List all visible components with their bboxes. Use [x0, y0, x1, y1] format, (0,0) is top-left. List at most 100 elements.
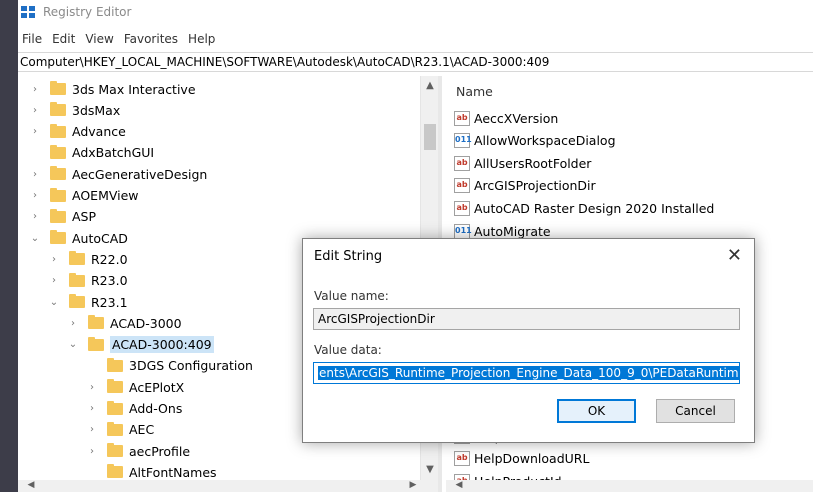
tree-item[interactable]: 3DGS Configuration: [87, 355, 253, 377]
value-name: HelpDownloadURL: [474, 451, 590, 467]
dialog-title: Edit String: [314, 249, 383, 264]
value-row[interactable]: ab ArcGISProjectionDir: [454, 175, 596, 197]
tree-item[interactable]: › AcEPlotX: [87, 376, 184, 398]
chevron-right-icon[interactable]: ›: [30, 190, 40, 201]
tree-item[interactable]: › R22.0: [49, 248, 128, 270]
folder-icon: [50, 81, 66, 95]
value-name: AllUsersRootFolder: [474, 155, 592, 171]
value-row[interactable]: ab HelpDownloadURL: [454, 448, 589, 470]
column-header-name[interactable]: Name: [456, 84, 493, 99]
folder-icon: [50, 166, 66, 181]
values-horizontal-scrollbar[interactable]: ◀: [446, 480, 813, 492]
scroll-up-icon[interactable]: ▲: [421, 80, 439, 91]
tree-item[interactable]: › ASP: [30, 206, 96, 228]
folder-icon: [50, 123, 66, 138]
folder-icon: [107, 464, 123, 479]
folder-icon: [107, 400, 123, 415]
tree-item[interactable]: ⌄ ACAD-3000:409: [68, 334, 214, 356]
string-value-icon: ab: [454, 200, 470, 216]
scroll-left-icon[interactable]: ◀: [22, 480, 40, 490]
menu-favorites[interactable]: Favorites: [120, 32, 184, 46]
tree-horizontal-scrollbar[interactable]: ◀ ▶: [18, 480, 438, 492]
folder-icon: [107, 421, 123, 436]
registry-editor-icon: [21, 6, 35, 18]
chevron-right-icon[interactable]: ›: [30, 126, 40, 137]
value-row[interactable]: 011 AllowWorkspaceDialog: [454, 130, 616, 152]
folder-icon: [50, 144, 66, 159]
value-name-label: Value name:: [314, 289, 389, 303]
chevron-right-icon[interactable]: ›: [30, 105, 40, 116]
value-name: AutoMigrate: [474, 223, 551, 239]
folder-icon: [50, 208, 66, 223]
tree-scroll-thumb[interactable]: [424, 124, 436, 150]
chevron-down-icon[interactable]: ⌄: [68, 339, 78, 350]
folder-icon: [88, 315, 104, 330]
tree-item[interactable]: › Advance: [30, 121, 126, 143]
value-data-text: ents\ArcGIS_Runtime_Projection_Engine_Da…: [318, 366, 739, 380]
value-data-field[interactable]: ents\ArcGIS_Runtime_Projection_Engine_Da…: [313, 362, 740, 384]
tree-item-label: 3DGS Configuration: [129, 358, 253, 374]
tree-item-label: 3ds Max Interactive: [72, 81, 196, 97]
scroll-down-icon[interactable]: ▼: [421, 464, 439, 475]
folder-icon: [50, 187, 66, 202]
close-icon[interactable]: ✕: [727, 245, 742, 266]
address-bar[interactable]: Computer\HKEY_LOCAL_MACHINE\SOFTWARE\Aut…: [18, 52, 813, 72]
tree-item[interactable]: › 3ds Max Interactive: [30, 78, 196, 100]
scroll-right-icon[interactable]: ▶: [404, 480, 422, 490]
tree-item[interactable]: ⌄ R23.1: [49, 291, 128, 313]
edit-string-dialog: Edit String ✕ Value name: ArcGISProjecti…: [302, 238, 755, 443]
tree-item-label: Advance: [72, 124, 126, 140]
tree-item[interactable]: › 3dsMax: [30, 99, 120, 121]
tree-item[interactable]: ⌄ AutoCAD: [30, 227, 128, 249]
chevron-right-icon[interactable]: ›: [49, 275, 59, 286]
chevron-right-icon[interactable]: ›: [68, 318, 78, 329]
tree-item[interactable]: › R23.0: [49, 270, 128, 292]
chevron-right-icon[interactable]: ›: [30, 169, 40, 180]
folder-icon: [69, 272, 85, 287]
tree-item-label: R23.0: [91, 273, 128, 289]
tree-item[interactable]: › Add-Ons: [87, 398, 182, 420]
menu-view[interactable]: View: [81, 32, 119, 46]
value-name: AutoCAD Raster Design 2020 Installed: [474, 200, 715, 216]
value-name-field: ArcGISProjectionDir: [313, 308, 740, 330]
value-row[interactable]: ab AeccXVersion: [454, 107, 558, 129]
tree-item-label: ACAD-3000: [110, 315, 182, 331]
tree-item[interactable]: AdxBatchGUI: [30, 142, 154, 164]
tree-item[interactable]: › AEC: [87, 419, 154, 441]
binary-value-icon: 011: [454, 133, 472, 149]
values-scroll-left-icon[interactable]: ◀: [450, 480, 468, 490]
value-row[interactable]: ab AllUsersRootFolder: [454, 152, 591, 174]
chevron-right-icon[interactable]: ›: [87, 446, 97, 457]
cancel-button[interactable]: Cancel: [656, 399, 735, 423]
chevron-right-icon[interactable]: ›: [30, 84, 40, 95]
menu-edit[interactable]: Edit: [48, 32, 81, 46]
tree-item-label: Add-Ons: [129, 401, 183, 416]
chevron-down-icon[interactable]: ⌄: [30, 233, 40, 244]
folder-icon: [107, 379, 123, 394]
tree-item[interactable]: › AecGenerativeDesign: [30, 163, 207, 185]
chevron-right-icon[interactable]: ›: [87, 403, 97, 414]
value-name: ArcGISProjectionDir: [474, 178, 596, 194]
tree-item[interactable]: › aecProfile: [87, 440, 190, 462]
chevron-right-icon[interactable]: ›: [87, 382, 97, 393]
chevron-down-icon[interactable]: ⌄: [49, 297, 59, 308]
value-row[interactable]: abHelpProductId: [454, 470, 562, 480]
folder-icon: [69, 251, 85, 266]
chevron-right-icon[interactable]: ›: [87, 424, 97, 435]
value-name: AeccXVersion: [474, 110, 559, 126]
tree-item-label: AEC: [129, 422, 155, 438]
value-row[interactable]: ab AutoCAD Raster Design 2020 Installed: [454, 197, 714, 219]
chevron-right-icon[interactable]: ›: [49, 254, 59, 265]
tree-item-label: AcEPlotX: [129, 379, 185, 395]
menu-file[interactable]: File: [18, 32, 48, 46]
value-name: AllowWorkspaceDialog: [474, 133, 616, 149]
tree-item[interactable]: AltFontNames: [87, 461, 217, 480]
chevron-right-icon[interactable]: ›: [30, 211, 40, 222]
tree-item[interactable]: › AOEMView: [30, 185, 139, 207]
tree-item-label: ACAD-3000:409: [110, 336, 214, 354]
tree-item-label: ASP: [72, 209, 97, 225]
menu-help[interactable]: Help: [184, 32, 221, 46]
ok-button[interactable]: OK: [557, 399, 636, 423]
menu-bar: File Edit View Favorites Help: [18, 28, 221, 50]
tree-item[interactable]: › ACAD-3000: [68, 312, 182, 334]
